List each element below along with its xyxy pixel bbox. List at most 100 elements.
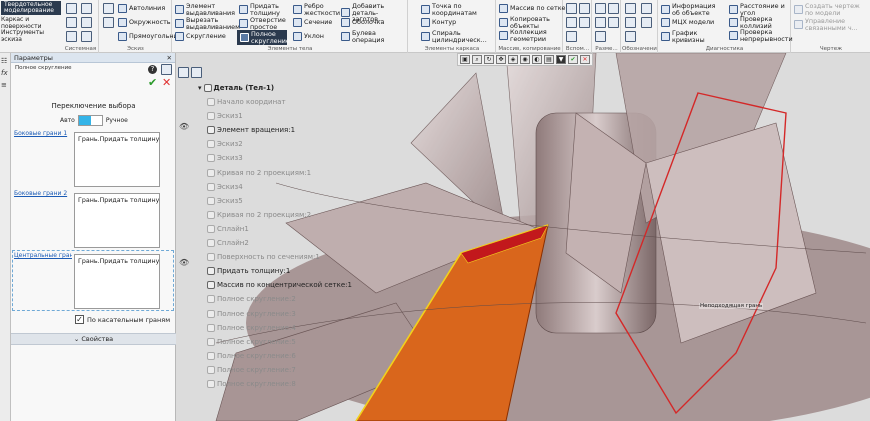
- info-button[interactable]: Информация об объекте: [661, 3, 725, 16]
- panel-options-icon[interactable]: [161, 64, 172, 75]
- menu-icon[interactable]: ≡: [1, 81, 9, 89]
- point-coord-button[interactable]: Точка по координатам: [421, 3, 481, 16]
- central-faces-list[interactable]: Грань.Придать толщину:1...: [74, 254, 160, 309]
- tree-item[interactable]: Полное скругление:7: [207, 365, 296, 374]
- tree-item[interactable]: Полное скругление:8: [207, 380, 296, 388]
- dim-linear-icon[interactable]: [595, 3, 606, 14]
- tree-filter-icon[interactable]: [191, 67, 202, 78]
- visibility-eye-icon-2[interactable]: 👁: [179, 258, 189, 267]
- roughness-icon[interactable]: [625, 3, 636, 14]
- dim-auto-icon[interactable]: [595, 31, 606, 42]
- confirm-icon-2[interactable]: ✔: [568, 55, 578, 64]
- tolerance-icon[interactable]: [625, 17, 636, 28]
- tree-item[interactable]: Начало координат: [207, 98, 286, 106]
- point-icon[interactable]: [566, 17, 577, 28]
- thicken-button[interactable]: Придать толщину: [239, 3, 283, 16]
- side-faces-2-link[interactable]: Боковые грани 2: [14, 190, 67, 197]
- curvature-button[interactable]: График кривизны: [661, 30, 709, 43]
- redo-icon[interactable]: [81, 31, 92, 42]
- tree-item[interactable]: Сплайн1: [207, 224, 249, 233]
- tree-item[interactable]: Полное скругление:4: [207, 323, 296, 332]
- cancel-icon[interactable]: ✕: [162, 76, 171, 89]
- function-icon[interactable]: fx: [1, 69, 9, 77]
- axis-icon[interactable]: [579, 3, 590, 14]
- base-icon[interactable]: [641, 3, 652, 14]
- tree-item[interactable]: Кривая по 2 проекциям:1: [207, 168, 311, 177]
- expand-arrow-icon[interactable]: ▾: [198, 84, 202, 92]
- tree-item[interactable]: Полное скругление:3: [207, 309, 296, 318]
- side-faces-1-link[interactable]: Боковые грани 1: [14, 130, 67, 137]
- visibility-icon[interactable]: ▤: [544, 55, 554, 64]
- csys-icon[interactable]: [579, 17, 590, 28]
- tree-item[interactable]: Кривая по 2 проекциям:2: [207, 210, 311, 219]
- dim-radial-icon[interactable]: [608, 3, 619, 14]
- display-mode-icon[interactable]: ◉: [520, 55, 530, 64]
- tree-item[interactable]: Сплайн2: [207, 239, 249, 247]
- pan-icon[interactable]: ✥: [496, 55, 506, 64]
- dim-angle-icon[interactable]: [595, 17, 606, 28]
- tree-item[interactable]: Эскиз2: [207, 140, 243, 149]
- leader-icon[interactable]: [641, 17, 652, 28]
- mcx-button[interactable]: МЦХ модели: [661, 18, 714, 27]
- tree-item[interactable]: Эскиз1: [207, 112, 243, 121]
- tree-item[interactable]: Эскиз5: [207, 196, 243, 205]
- section-view-icon[interactable]: ◐: [532, 55, 542, 64]
- save-icon[interactable]: [81, 17, 92, 28]
- cancel-icon-2[interactable]: ✕: [580, 55, 590, 64]
- cut-extrude-button[interactable]: Вырезать выдавливанием: [175, 17, 240, 30]
- tree-item[interactable]: Полное скругление:2: [207, 295, 296, 304]
- print-icon[interactable]: [66, 17, 77, 28]
- contour-button[interactable]: Контур: [421, 18, 456, 27]
- shell-button[interactable]: Оболочка: [341, 18, 384, 27]
- tree-item[interactable]: Элемент вращения:1: [207, 126, 295, 135]
- tree-item[interactable]: Эскиз3: [207, 154, 243, 163]
- orientation-icon[interactable]: ◈: [508, 55, 518, 64]
- open-icon[interactable]: [81, 3, 92, 14]
- text-icon[interactable]: [625, 31, 636, 42]
- help-icon[interactable]: ?: [148, 65, 157, 74]
- control-button[interactable]: Управление связанными ч...: [794, 18, 866, 31]
- panel-close-icon[interactable]: ✕: [167, 54, 172, 62]
- side-faces-2-list[interactable]: Грань.Придать толщину:1...: [74, 193, 160, 248]
- tangent-faces-checkbox[interactable]: ✓ По касательным граням: [75, 315, 170, 324]
- tab-sketch-tools[interactable]: Инструменты эскиза: [1, 29, 61, 43]
- fillet-button[interactable]: Скругление: [175, 32, 226, 41]
- tab-solid-modeling[interactable]: Твердотельное моделирование: [1, 1, 61, 15]
- tree-item[interactable]: Массив по концентрической сетке:1: [207, 281, 352, 290]
- boolean-button[interactable]: Булева операция: [341, 30, 389, 43]
- tree-root[interactable]: ▾ Деталь (Тел-1): [198, 84, 274, 92]
- filter-icon[interactable]: ▼: [556, 55, 566, 64]
- hole-button[interactable]: Отверстие простое: [239, 17, 286, 30]
- central-faces-link[interactable]: Центральные грани: [14, 252, 72, 259]
- full-fillet-button[interactable]: Полное скругление: [237, 30, 290, 45]
- autoline-button[interactable]: Автолиния: [118, 4, 165, 13]
- tree-toggle-icon[interactable]: [178, 67, 189, 78]
- extrude-button[interactable]: Элемент выдавливания: [175, 3, 235, 16]
- line-icon[interactable]: [103, 17, 114, 28]
- tree-item[interactable]: Полное скругление:5: [207, 337, 296, 346]
- rectangle-button[interactable]: Прямоугольник: [118, 32, 182, 41]
- new-icon[interactable]: [66, 3, 77, 14]
- check-continuity-button[interactable]: Проверка непрерывности: [729, 29, 793, 42]
- visibility-eye-icon-1[interactable]: 👁: [179, 122, 189, 131]
- side-faces-1-list[interactable]: Грань.Придать толщину:1...: [74, 132, 160, 187]
- spiral-button[interactable]: Спираль цилиндрическ...: [421, 30, 491, 43]
- circle-button[interactable]: Окружность: [118, 18, 171, 27]
- rib-button[interactable]: Ребро жесткости: [293, 3, 340, 16]
- pattern-grid-button[interactable]: Массив по сетке: [499, 4, 566, 13]
- section-button[interactable]: Сечение: [293, 18, 332, 27]
- properties-section[interactable]: ⌄ Свойства: [11, 333, 176, 345]
- confirm-icon[interactable]: ✔: [148, 76, 157, 89]
- sketch-icon[interactable]: [103, 3, 114, 14]
- zoom-fit-icon[interactable]: ▣: [460, 55, 470, 64]
- dim-diam-icon[interactable]: [608, 17, 619, 28]
- tree-item[interactable]: Эскиз4: [207, 182, 243, 191]
- tree-item[interactable]: Поверхность по сечениям:1: [207, 253, 320, 262]
- tree-icon[interactable]: ☷: [1, 57, 9, 65]
- undo-icon[interactable]: [66, 31, 77, 42]
- selection-mode-toggle[interactable]: Авто Ручное: [60, 115, 128, 126]
- plane-icon[interactable]: [566, 3, 577, 14]
- tree-item[interactable]: Придать толщину:1: [207, 267, 290, 276]
- draft-button[interactable]: Уклон: [293, 32, 324, 41]
- geom-collection-button[interactable]: Коллекция геометрии: [499, 29, 557, 42]
